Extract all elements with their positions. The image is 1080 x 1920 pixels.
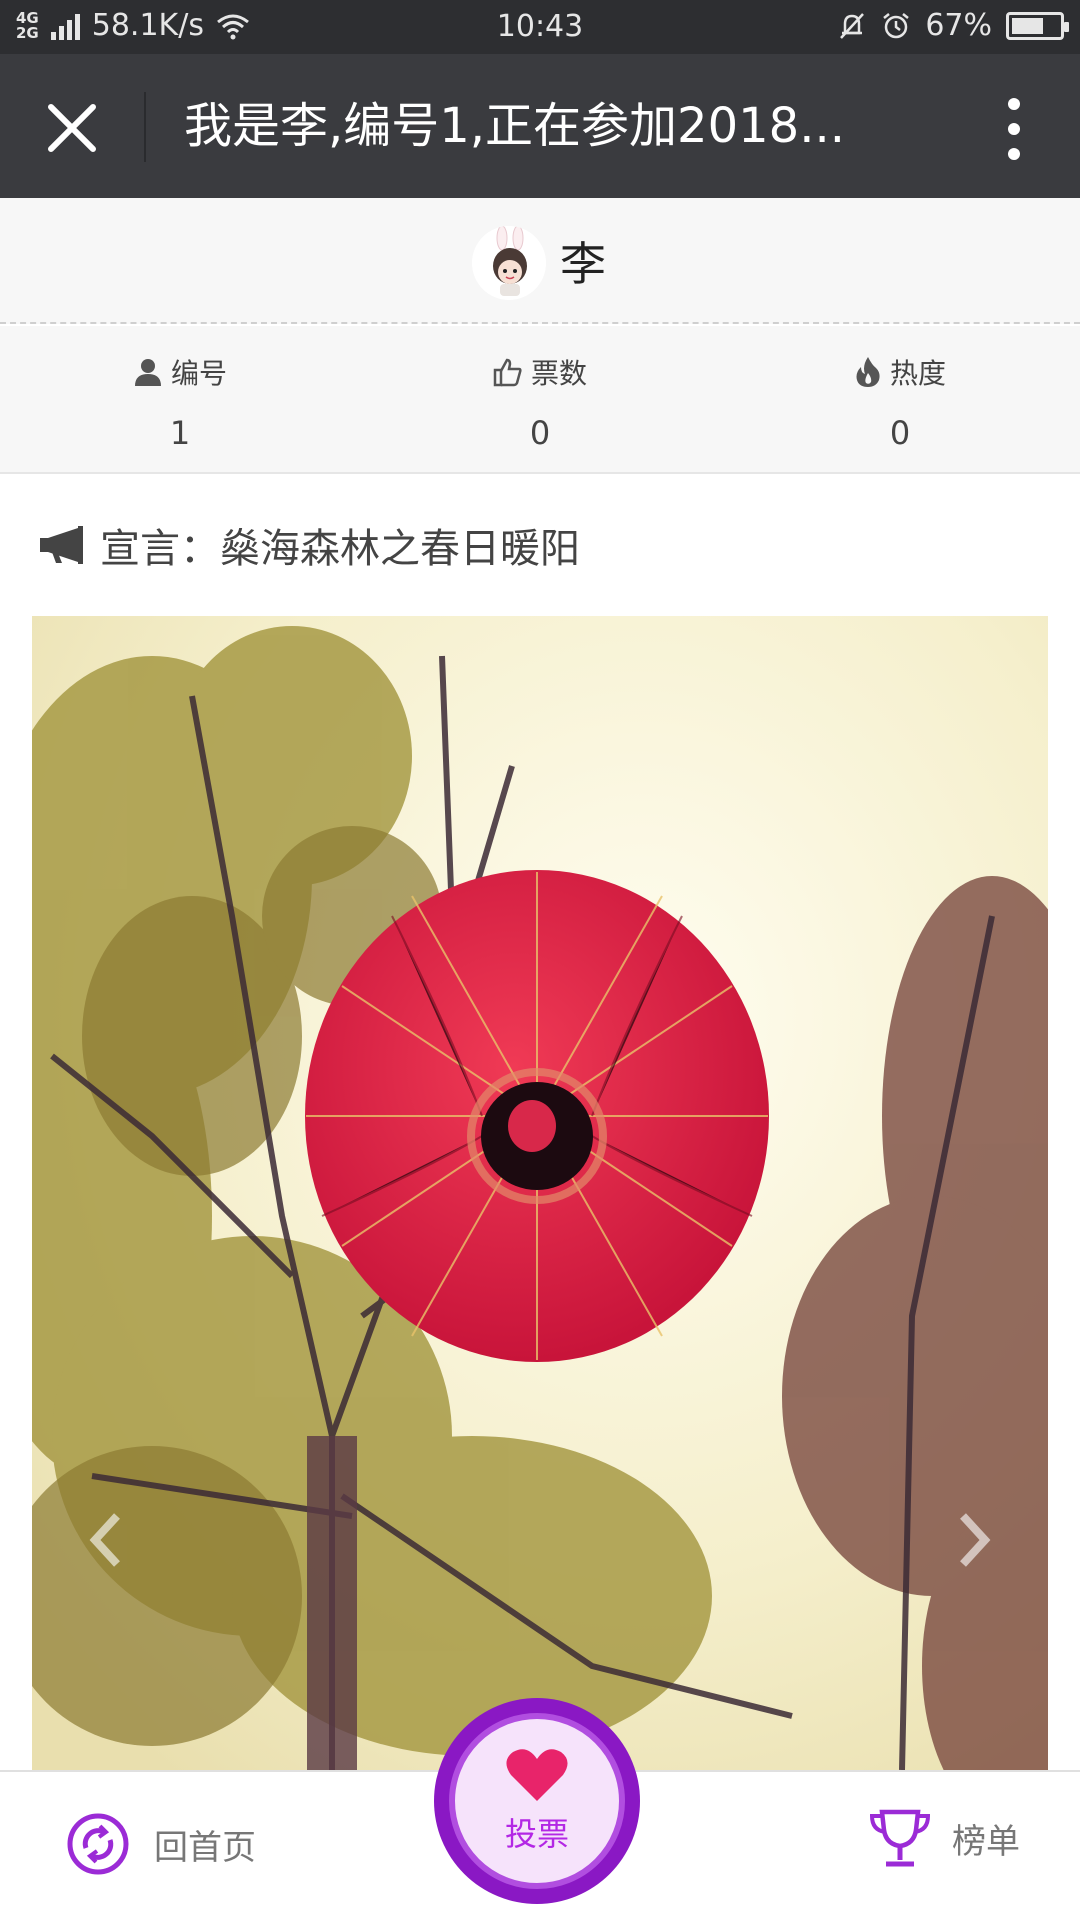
- avatar-image: [472, 226, 546, 300]
- rank-nav-item[interactable]: 榜单: [868, 1806, 1020, 1870]
- stat-value: 0: [889, 414, 911, 452]
- flame-icon: [856, 357, 880, 387]
- battery-icon: [1006, 11, 1069, 40]
- alarm-icon: [883, 12, 910, 38]
- thumbs-up-icon: [493, 358, 522, 387]
- status-bar: 4G 2G 58.1K/s 10:43 67%: [0, 0, 1080, 54]
- declaration: 宣言：燊海森林之春日暖阳: [38, 516, 580, 574]
- user-name: 李: [560, 237, 606, 291]
- user-icon: [134, 359, 161, 386]
- more-dot-icon: [1008, 123, 1020, 135]
- profile-header: 李: [0, 198, 1080, 324]
- stat-heat: 热度 0: [720, 326, 1080, 472]
- lantern-photo-image: [32, 616, 1048, 1770]
- chevron-right-icon: [960, 1513, 991, 1567]
- page-title: 我是李,编号1,正在参加2018...: [184, 98, 845, 154]
- home-nav-item[interactable]: 回首页: [66, 1812, 256, 1876]
- battery-percent: 67%: [925, 8, 992, 43]
- declaration-text: 宣言：燊海森林之春日暖阳: [100, 526, 580, 572]
- more-options-button[interactable]: [984, 94, 1044, 164]
- stat-votes: 票数 0: [360, 326, 720, 472]
- title-bar: 我是李,编号1,正在参加2018...: [0, 54, 1080, 198]
- close-button[interactable]: [30, 90, 114, 166]
- more-dot-icon: [1008, 98, 1020, 110]
- stat-value: 1: [169, 414, 191, 452]
- trophy-icon: [869, 1809, 931, 1867]
- entry-photo[interactable]: [32, 616, 1048, 1770]
- vote-button[interactable]: 投票: [434, 1698, 640, 1904]
- chevron-left-icon: [89, 1513, 120, 1567]
- bell-muted-icon: [840, 12, 865, 39]
- more-dot-icon: [1008, 148, 1020, 160]
- stat-label: 票数: [530, 357, 587, 390]
- refresh-icon: [67, 1813, 129, 1875]
- vote-label: 投票: [504, 1815, 569, 1853]
- stat-label: 热度: [889, 357, 946, 390]
- stats-row: 编号 1 票数 0 热度 0: [0, 326, 1080, 474]
- battery-level: [1012, 17, 1043, 34]
- stat-label: 编号: [170, 357, 227, 390]
- avatar[interactable]: [472, 226, 546, 300]
- next-photo-button[interactable]: [950, 1500, 1000, 1580]
- close-icon: [48, 104, 96, 152]
- megaphone-icon: [40, 526, 83, 564]
- title-divider: [144, 92, 146, 162]
- stat-number: 编号 1: [0, 326, 360, 472]
- prev-photo-button[interactable]: [80, 1500, 130, 1580]
- home-nav-label: 回首页: [154, 1827, 256, 1868]
- rank-nav-label: 榜单: [952, 1821, 1020, 1862]
- stat-value: 0: [529, 414, 551, 452]
- heart-icon: [506, 1749, 568, 1801]
